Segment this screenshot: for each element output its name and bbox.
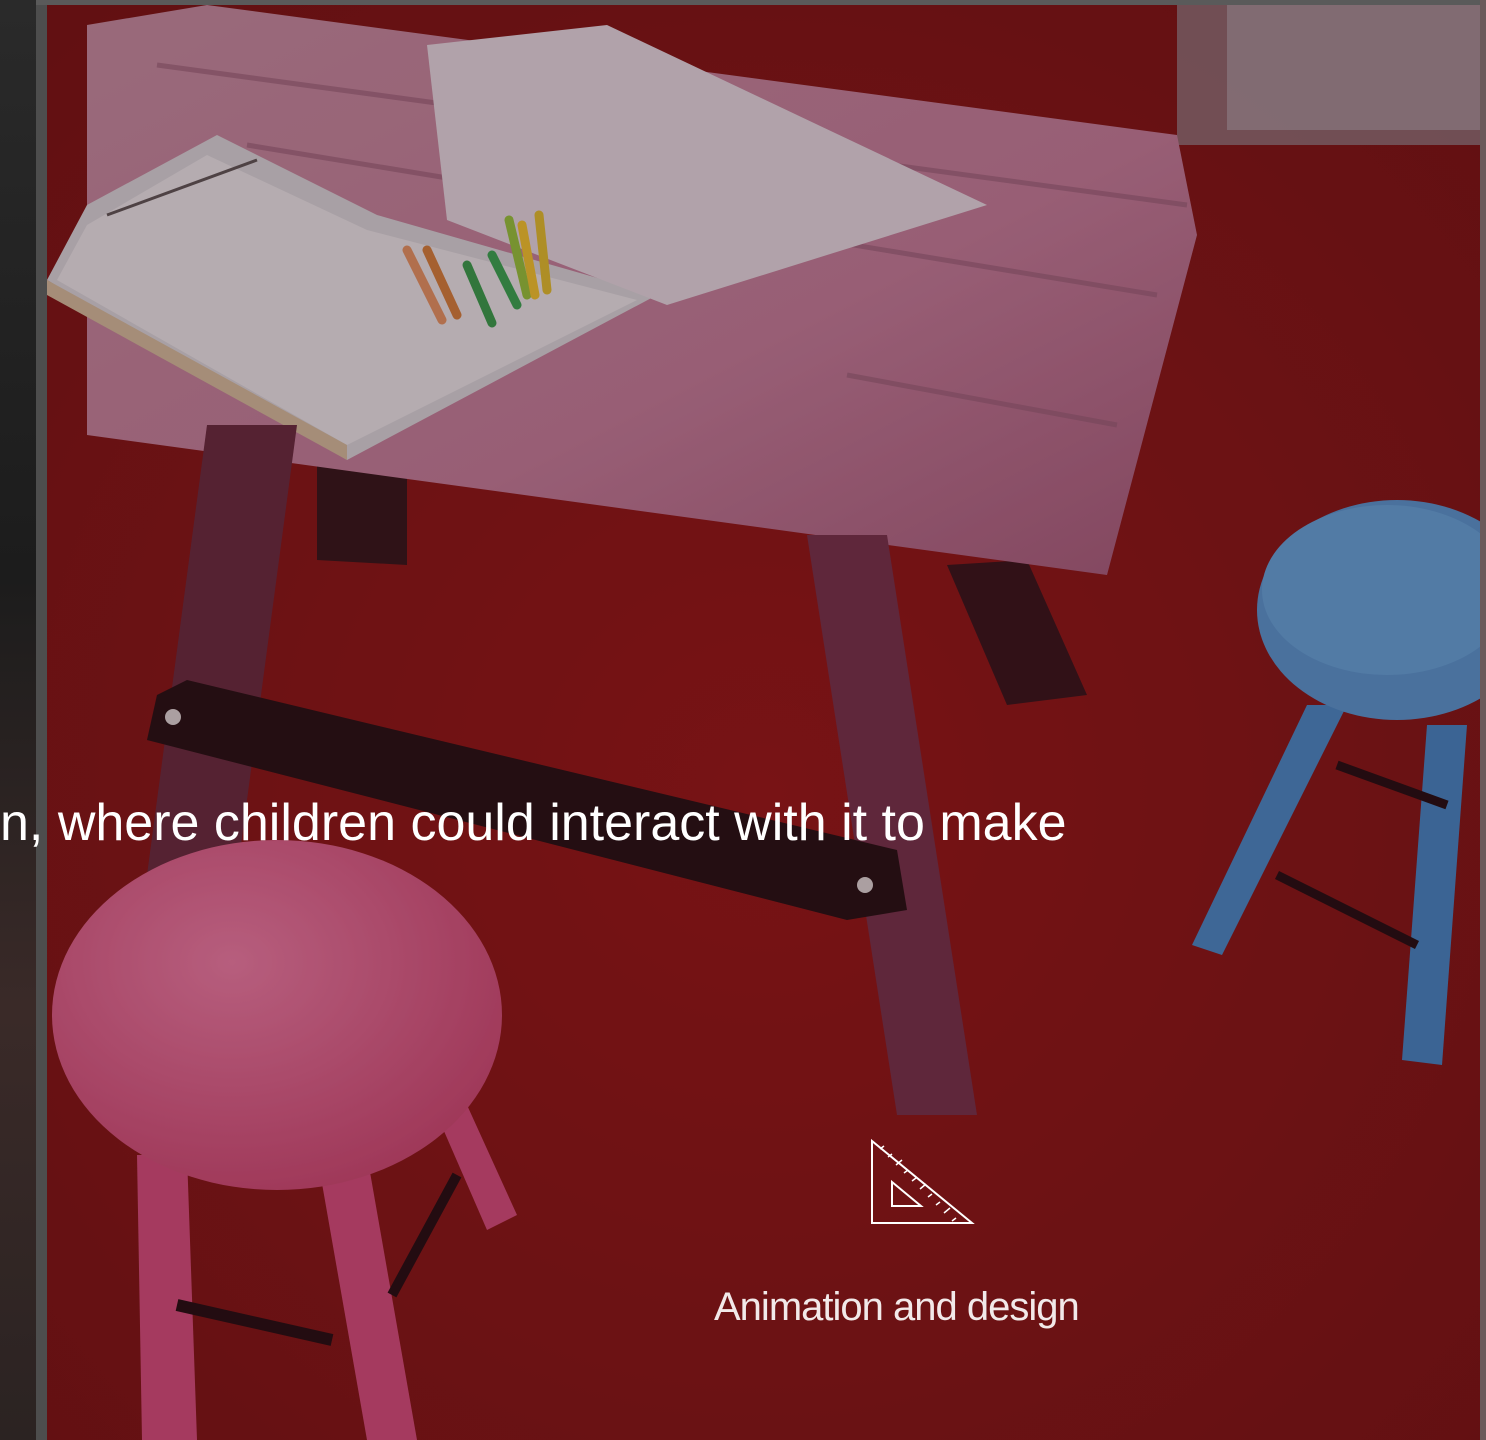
- slide-right-border: [1480, 0, 1486, 1440]
- set-square-icon: [866, 1138, 978, 1228]
- slide-body-text: n, where children could interact with it…: [0, 794, 1067, 852]
- slide-left-border: [36, 0, 47, 1440]
- slide: n, where children could interact with it…: [0, 0, 1486, 1440]
- previous-slide-strip: [0, 0, 36, 1440]
- background-photo: [47, 5, 1480, 1440]
- slide-caption: Animation and design: [714, 1285, 1080, 1329]
